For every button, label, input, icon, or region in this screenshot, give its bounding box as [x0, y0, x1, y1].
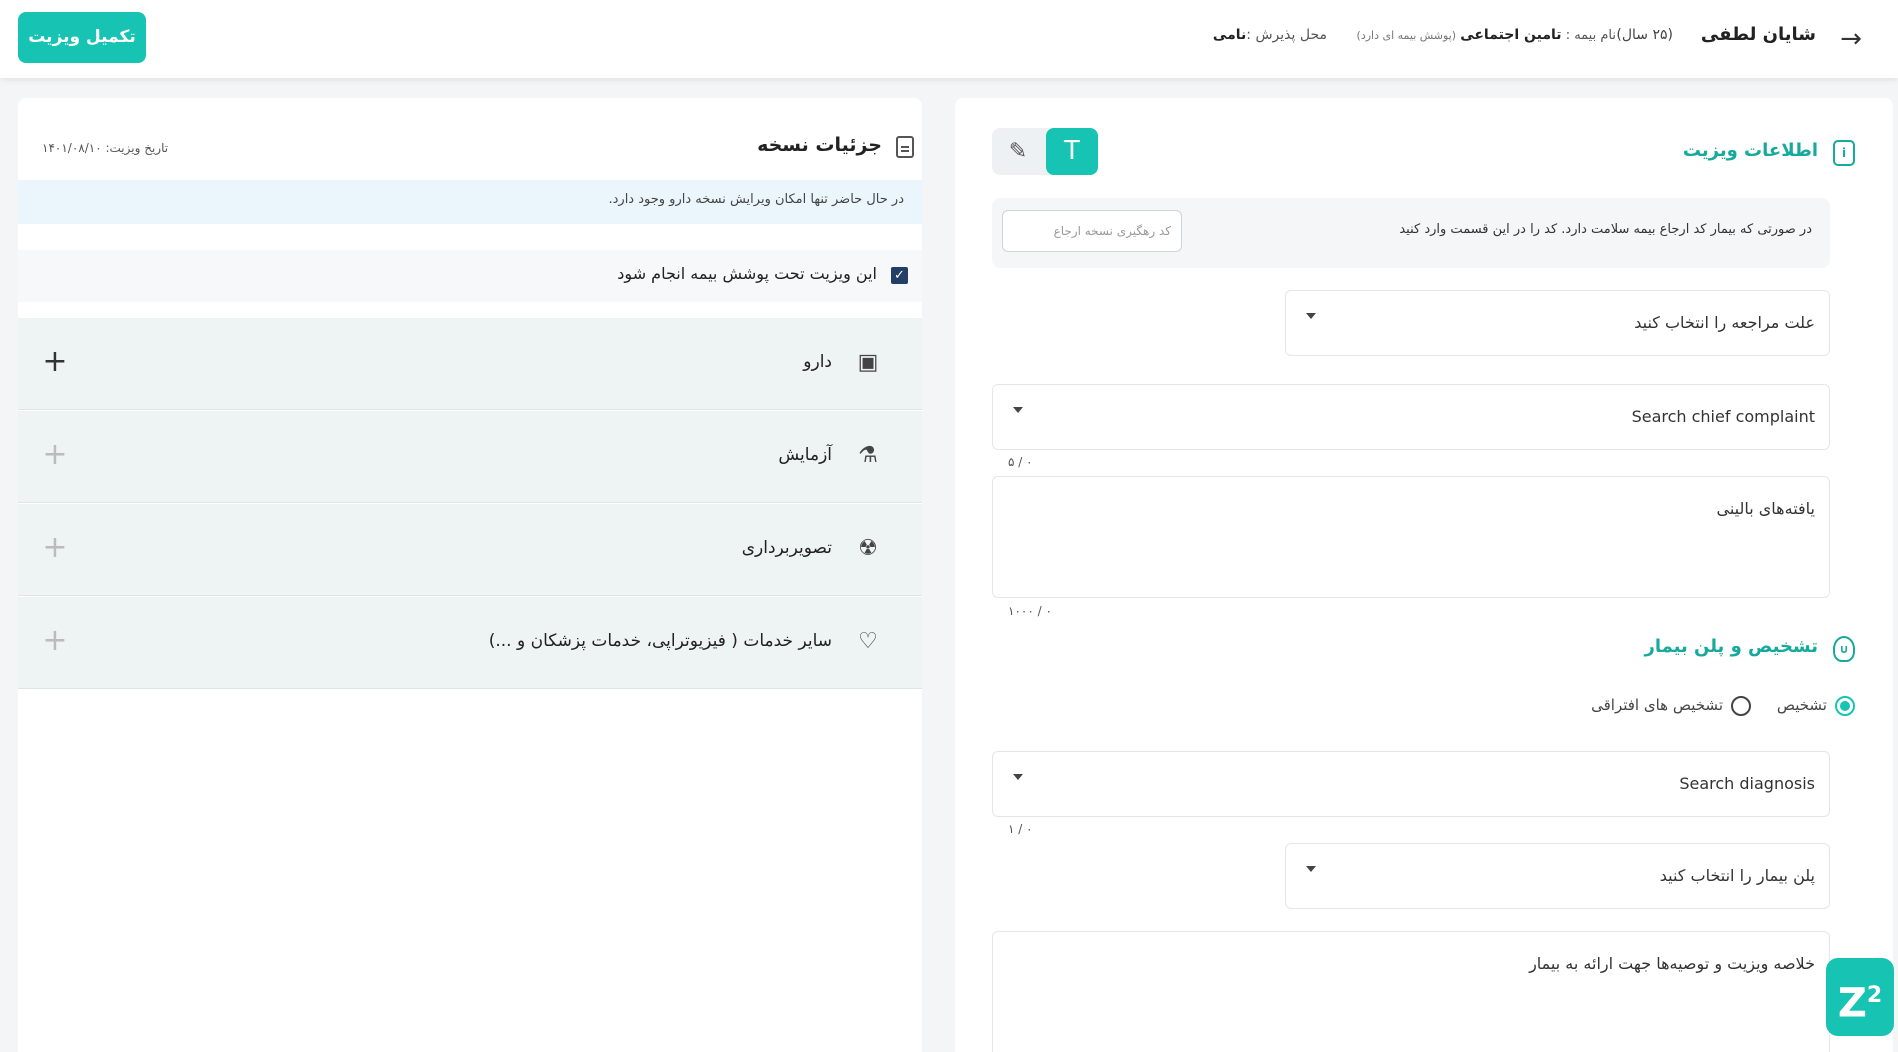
diagnosis-search[interactable]: Search diagnosis [992, 751, 1830, 817]
patient-plan-select[interactable]: پلن بیمار را انتخاب کنید [1285, 843, 1830, 909]
radiation-icon: ☢ [858, 536, 878, 561]
chief-complaint-placeholder: Search chief complaint [1631, 407, 1815, 426]
service-lab[interactable]: ⚗ آزمایش + [18, 411, 922, 503]
insurance-name: تامین اجتماعی [1460, 27, 1562, 43]
differential-diagnosis-radio[interactable] [1731, 696, 1751, 716]
chevron-down-icon [1306, 866, 1316, 872]
visit-reason-select[interactable]: علت مراجعه را انتخاب کنید [1285, 290, 1830, 356]
add-drug-button[interactable]: + [40, 347, 70, 378]
diagnosis-radio-label: تشخیص [1776, 696, 1827, 714]
differential-diagnosis-radio-label: تشخیص های افتراقی [1591, 696, 1723, 714]
chevron-down-icon [1013, 407, 1023, 413]
chief-complaint-counter: ۰ / ۵ [1008, 455, 1033, 469]
insurance-checkbox[interactable]: ✓ [891, 267, 908, 284]
location-label: محل پذیرش : [1246, 27, 1327, 43]
clinical-findings-textarea[interactable]: یافته‌های بالینی [992, 476, 1830, 598]
diagnosis-counter: ۰ / ۱ [1008, 822, 1033, 836]
service-imaging[interactable]: ☢ تصویربرداری + [18, 504, 922, 596]
diagnosis-title: تشخیص و پلن بیمار [1644, 636, 1818, 657]
service-drug[interactable]: ▣ دارو + [18, 318, 922, 410]
stethoscope-icon: ∪ [1833, 636, 1855, 662]
add-lab-button[interactable]: + [40, 440, 70, 471]
visit-summary-textarea[interactable]: خلاصه ویزیت و توصیه‌ها جهت ارائه به بیما… [992, 931, 1830, 1052]
arrow-right-icon[interactable]: → [1834, 22, 1868, 56]
diagnosis-search-placeholder: Search diagnosis [1679, 774, 1815, 793]
flask-icon: ⚗ [858, 443, 878, 468]
chevron-down-icon [1013, 774, 1023, 780]
clinical-findings-placeholder: یافته‌های بالینی [1716, 499, 1816, 518]
chevron-down-icon [1306, 313, 1316, 319]
referral-text: در صورتی که بیمار کد ارجاع بیمه سلامت دا… [1399, 222, 1812, 237]
visit-date: تاریخ ویزیت: ۱۴۰۱/۰۸/۱۰ [42, 141, 169, 155]
add-imaging-button[interactable]: + [40, 533, 70, 564]
patient-name: شایان لطفی [1700, 24, 1816, 45]
visit-reason-value: علت مراجعه را انتخاب کنید [1634, 313, 1815, 332]
diagnosis-radio[interactable] [1835, 696, 1855, 716]
prescription-panel: جزئیات نسخه تاریخ ویزیت: ۱۴۰۱/۰۸/۱۰ در ح… [18, 98, 922, 1052]
referral-box: در صورتی که بیمار کد ارجاع بیمه سلامت دا… [992, 198, 1830, 268]
visit-info-panel: i اطلاعات ویزیت T ✎ در صورتی که بیمار کد… [955, 98, 1893, 1052]
insurance-label: نام بیمه : [1565, 28, 1616, 43]
visit-summary-placeholder: خلاصه ویزیت و توصیه‌ها جهت ارائه به بیما… [1529, 954, 1815, 973]
service-label: تصویربرداری [741, 538, 832, 558]
service-other[interactable]: ♡ سایر خدمات ( فیزیوتراپی، خدمات پزشکان … [18, 597, 922, 689]
app-logo-icon[interactable]: Z2 [1826, 958, 1894, 1036]
service-label: سایر خدمات ( فیزیوتراپی، خدمات پزشکان و … [488, 631, 832, 651]
prescription-title: جزئیات نسخه [757, 134, 882, 156]
pill-bottle-icon: ▣ [857, 350, 879, 375]
service-label: دارو [803, 352, 832, 372]
service-label: آزمایش [778, 445, 832, 465]
insurance-note: (پوشش بیمه ای دارد) [1356, 29, 1457, 42]
input-mode-toggle: T ✎ [992, 128, 1098, 175]
document-icon [896, 136, 914, 158]
edit-notice: در حال حاضر تنها امکان ویرایش نسخه دارو … [18, 180, 922, 224]
visit-info-title: اطلاعات ویزیت [1682, 140, 1818, 161]
clinical-findings-counter: ۰ / ۱۰۰۰ [1008, 604, 1052, 618]
add-other-service-button[interactable]: + [40, 626, 70, 657]
referral-code-input[interactable]: کد رهگیری نسخه ارجاع [1002, 210, 1182, 252]
top-header: → شایان لطفی (۲۵ سال) نام بیمه : تامین ا… [0, 0, 1898, 78]
text-icon[interactable]: T [1046, 128, 1098, 175]
patient-plan-value: پلن بیمار را انتخاب کنید [1659, 866, 1815, 885]
heart-pulse-icon: ♡ [858, 629, 878, 654]
info-icon: i [1833, 140, 1855, 166]
location-value: نامی [1212, 27, 1247, 43]
chief-complaint-search[interactable]: Search chief complaint [992, 384, 1830, 450]
finish-visit-button[interactable]: تکمیل ویزیت [18, 12, 146, 63]
patient-age: (۲۵ سال) [1616, 27, 1673, 43]
insurance-info: نام بیمه : تامین اجتماعی (پوشش بیمه ای د… [1357, 27, 1616, 43]
pen-icon[interactable]: ✎ [992, 128, 1044, 175]
insurance-checkbox-label: این ویزیت تحت پوشش بیمه انجام شود [617, 264, 877, 283]
location-info: محل پذیرش :نامی [1213, 27, 1327, 43]
insurance-coverage-row[interactable]: ✓ این ویزیت تحت پوشش بیمه انجام شود [18, 250, 922, 302]
